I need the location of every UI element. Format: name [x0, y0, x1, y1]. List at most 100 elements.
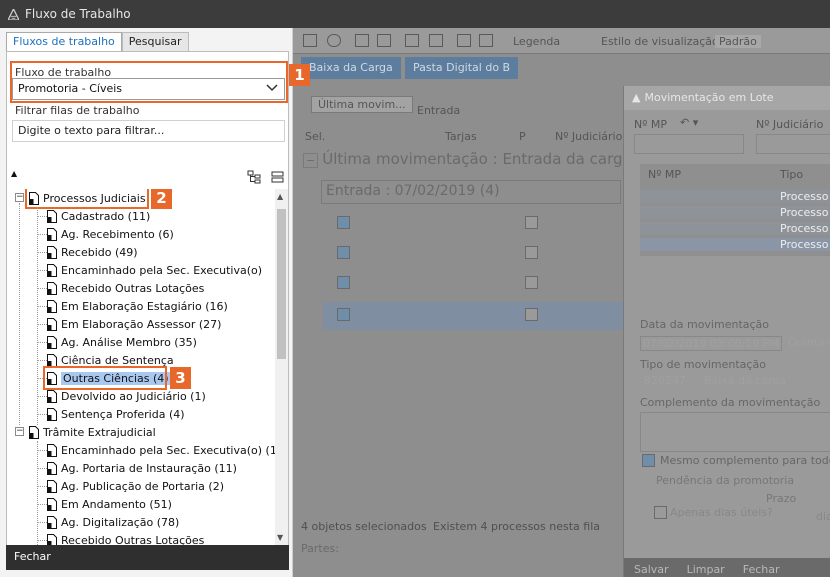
document-icon: [47, 335, 57, 349]
status-exist: Existem 4 processos nesta fila: [433, 520, 601, 533]
document-icon: [47, 317, 57, 331]
tree-item-encaminhado[interactable]: Encaminhado pela Sec. Executiva(o): [47, 261, 262, 279]
list-row[interactable]: Processo Judi: [640, 238, 830, 251]
tree-item-portaria-instauracao[interactable]: Ag. Portaria de Instauração (11): [47, 459, 237, 477]
sub-group-header[interactable]: Entrada : 07/02/2019 (4): [321, 180, 621, 204]
row-checkbox[interactable]: [525, 216, 538, 229]
status-selected: 4 objetos selecionados: [301, 520, 427, 533]
tree-item-recebido[interactable]: Recebido (49): [47, 243, 138, 261]
tree-item-recebido-outras-extra[interactable]: Recebido Outras Lotações: [47, 531, 204, 545]
tree-item-elaboracao-assessor[interactable]: Em Elaboração Assessor (27): [47, 315, 221, 333]
group-header[interactable]: − Última movimentação : Entrada da carga: [303, 150, 633, 172]
scroll-down-icon[interactable]: ▼: [277, 533, 283, 542]
mp-input[interactable]: [634, 134, 744, 154]
tree-item-ag-recebimento[interactable]: Ag. Recebimento (6): [47, 225, 174, 243]
tree-item-recebido-outras[interactable]: Recebido Outras Lotações: [47, 279, 204, 297]
tab-bar: Fluxos de trabalho Pesquisar: [6, 32, 189, 52]
dialog-title: Movimentação em Lote: [644, 91, 774, 104]
tree-item-digitalizacao[interactable]: Ag. Digitalização (78): [47, 513, 179, 531]
type-code[interactable]: 920247: [644, 374, 686, 387]
filter-icon[interactable]: [479, 34, 493, 47]
sort-chip-secondary[interactable]: Entrada: [417, 104, 460, 117]
column-sel[interactable]: Sel.: [305, 130, 325, 143]
date-input[interactable]: 07/02/2019 03:00:19 PM: [640, 336, 782, 351]
tree-item-analise-membro[interactable]: Ag. Análise Membro (35): [47, 333, 197, 351]
same-complement-checkbox[interactable]: [642, 454, 655, 467]
document-icon: [47, 281, 57, 295]
legend-label[interactable]: Legenda: [513, 35, 560, 48]
document-icon: [47, 515, 57, 529]
tree-guide: [37, 441, 38, 545]
process-list[interactable]: Nº MP Tipo Processo Judi Processo Judi P…: [640, 164, 830, 256]
group-header-text: Última movimentação : Entrada da carga: [322, 150, 632, 168]
callout-badge-3: 3: [170, 367, 191, 389]
row-checkbox[interactable]: [337, 216, 350, 229]
list-row[interactable]: Processo Judi: [640, 190, 830, 203]
column-tarjas[interactable]: Tarjas: [445, 130, 477, 143]
scroll-up-icon[interactable]: ▲: [277, 192, 283, 201]
settings-icon[interactable]: [457, 34, 471, 47]
tree-structure-icon[interactable]: [247, 170, 262, 184]
list-row[interactable]: Processo Judi: [640, 222, 830, 235]
expand-all-icon[interactable]: [270, 170, 285, 184]
baixa-carga-button[interactable]: Baixa da Carga: [301, 57, 401, 79]
row-checkbox[interactable]: [525, 246, 538, 259]
column-p[interactable]: P: [519, 130, 526, 143]
tree-group-tramite-extrajudicial[interactable]: Trâmite Extrajudicial: [29, 423, 156, 441]
save-button[interactable]: Salvar: [634, 563, 669, 577]
dialog-close-button[interactable]: Fechar: [743, 563, 780, 577]
complement-textarea[interactable]: [640, 412, 830, 452]
tree-item-publicacao-portaria[interactable]: Ag. Publicação de Portaria (2): [47, 477, 224, 495]
row-checkbox[interactable]: [337, 246, 350, 259]
date-label: Data da movimentação: [640, 318, 770, 331]
row-checkbox[interactable]: [525, 276, 538, 289]
dialog-footer: Salvar Limpar Fechar: [624, 558, 830, 577]
callout-box-1: [10, 61, 288, 103]
new-icon[interactable]: [303, 34, 317, 47]
row-checkbox[interactable]: [337, 276, 350, 289]
document-icon: [47, 263, 57, 277]
collapse-up-icon[interactable]: ▲: [11, 169, 17, 178]
collapse-toggle[interactable]: −: [15, 427, 24, 436]
paste-icon[interactable]: [377, 34, 391, 47]
copy-icon[interactable]: [355, 34, 369, 47]
tree-vertical-scrollbar[interactable]: ▲ ▼: [275, 189, 288, 545]
row-checkbox[interactable]: [337, 308, 350, 321]
type-value[interactable]: Baixa da carga: [704, 374, 786, 387]
row-checkbox[interactable]: [525, 308, 538, 321]
view-style-select[interactable]: Padrão: [715, 35, 761, 48]
same-complement-label: Mesmo complemento para todos o: [660, 454, 830, 467]
filter-input[interactable]: Digite o texto para filtrar...: [12, 120, 285, 142]
document-icon: [47, 407, 57, 421]
undo-icon[interactable]: ↶ ▾: [680, 116, 698, 129]
toolbar: Legenda Estilo de visualização Padrão: [293, 28, 830, 54]
scroll-thumb[interactable]: [277, 209, 286, 359]
tree-item-cadastrado[interactable]: Cadastrado (11): [47, 207, 150, 225]
collapse-toggle[interactable]: −: [15, 193, 24, 202]
document-icon: [47, 353, 57, 367]
workflow-tree[interactable]: − Processos Judiciais 2 Cadastrado (11) …: [7, 189, 275, 545]
print-icon[interactable]: [405, 34, 419, 47]
export-icon[interactable]: [429, 34, 443, 47]
refresh-icon[interactable]: [327, 34, 341, 47]
tree-item-elaboracao-estagiario[interactable]: Em Elaboração Estagiário (16): [47, 297, 228, 315]
type-label: Tipo de movimentação: [640, 358, 766, 371]
main-area: Legenda Estilo de visualização Padrão Ba…: [293, 28, 830, 577]
app-logo-icon: [8, 8, 19, 20]
tab-fluxos[interactable]: Fluxos de trabalho: [6, 32, 122, 52]
tree-guide: [37, 207, 38, 425]
selected-row[interactable]: [323, 302, 623, 330]
tree-item-em-andamento[interactable]: Em Andamento (51): [47, 495, 172, 513]
column-num-judiciario[interactable]: Nº Judiciário: [555, 130, 622, 143]
list-row[interactable]: Processo Judi: [640, 206, 830, 219]
tree-item-sentenca-proferida[interactable]: Sentença Proferida (4): [47, 405, 185, 423]
sort-chip[interactable]: Última movim...: [311, 96, 413, 113]
tree-item-encaminhado-extra[interactable]: Encaminhado pela Sec. Executiva(o) (1): [47, 441, 275, 459]
tab-pesquisar[interactable]: Pesquisar: [121, 32, 189, 52]
close-button[interactable]: Fechar: [6, 545, 289, 570]
tree-item-devolvido[interactable]: Devolvido ao Judiciário (1): [47, 387, 206, 405]
pasta-digital-button[interactable]: Pasta Digital do B: [405, 57, 519, 79]
judiciario-input[interactable]: [756, 134, 830, 154]
clear-button[interactable]: Limpar: [687, 563, 725, 577]
business-days-checkbox[interactable]: [654, 506, 667, 519]
